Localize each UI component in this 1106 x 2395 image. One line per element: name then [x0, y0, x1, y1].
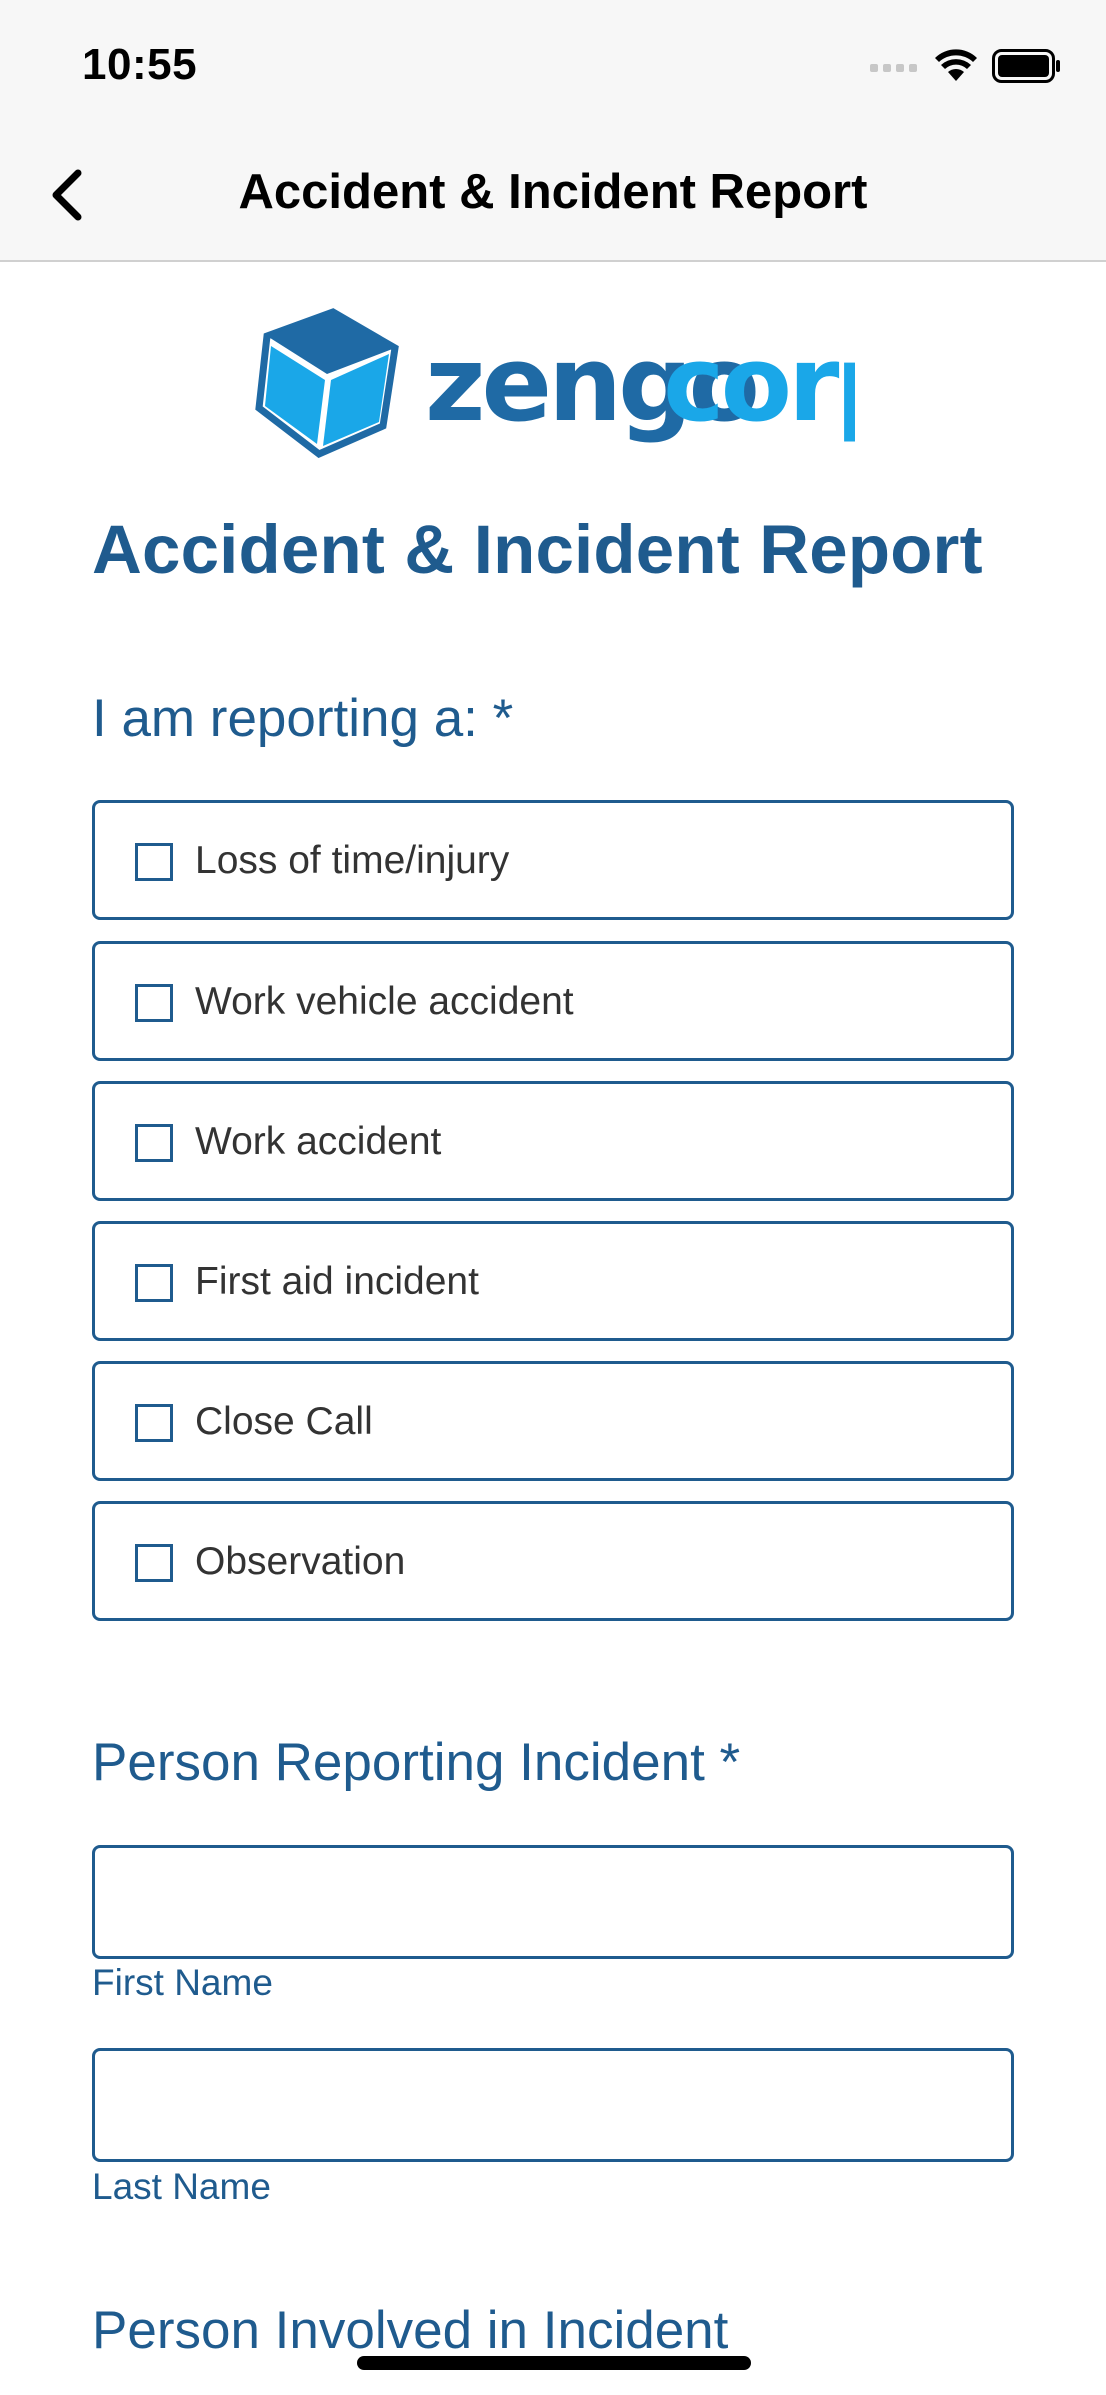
cellular-signal-icon: [870, 59, 920, 78]
nav-title: Accident & Incident Report: [238, 165, 868, 219]
checkbox[interactable]: [135, 1544, 173, 1582]
battery-icon: [992, 48, 1062, 88]
status-bar: 10:55: [0, 0, 1106, 132]
option-observation[interactable]: Observation: [92, 1501, 1014, 1621]
option-label: Observation: [195, 1540, 406, 1583]
option-label: Work accident: [195, 1120, 442, 1163]
option-label: Close Call: [195, 1400, 373, 1443]
page-title: Accident & Incident Report: [92, 511, 983, 588]
last-name-caption: Last Name: [92, 2166, 271, 2207]
option-loss-of-time[interactable]: Loss of time/injury: [92, 800, 1014, 920]
checkbox[interactable]: [135, 1264, 173, 1302]
home-indicator: [357, 2356, 751, 2370]
option-label: First aid incident: [195, 1260, 479, 1303]
checkbox[interactable]: [135, 1124, 173, 1162]
person-involved-label: Person Involved in Incident: [92, 2301, 729, 2360]
checkbox[interactable]: [135, 843, 173, 881]
option-close-call[interactable]: Close Call: [92, 1361, 1014, 1481]
option-work-accident[interactable]: Work accident: [92, 1081, 1014, 1201]
svg-text:corp: corp: [663, 323, 855, 445]
option-work-vehicle-accident[interactable]: Work vehicle accident: [92, 941, 1014, 1061]
status-icons: [870, 48, 1062, 88]
wifi-icon: [934, 48, 978, 88]
first-name-field[interactable]: [92, 1845, 1014, 1959]
last-name-field[interactable]: [92, 2048, 1014, 2162]
zengocorp-logo: zengo corp: [255, 308, 910, 459]
navigation-bar: Accident & Incident Report: [0, 132, 1106, 262]
option-first-aid-incident[interactable]: First aid incident: [92, 1221, 1014, 1341]
reporting-type-label: I am reporting a: *: [92, 689, 514, 748]
cube-icon: [255, 308, 399, 459]
checkbox[interactable]: [135, 984, 173, 1022]
option-label: Work vehicle accident: [195, 980, 574, 1023]
person-reporting-label: Person Reporting Incident *: [92, 1733, 741, 1792]
status-time: 10:55: [82, 40, 198, 89]
first-name-caption: First Name: [92, 1962, 273, 2003]
option-label: Loss of time/injury: [195, 839, 510, 882]
checkbox[interactable]: [135, 1404, 173, 1442]
